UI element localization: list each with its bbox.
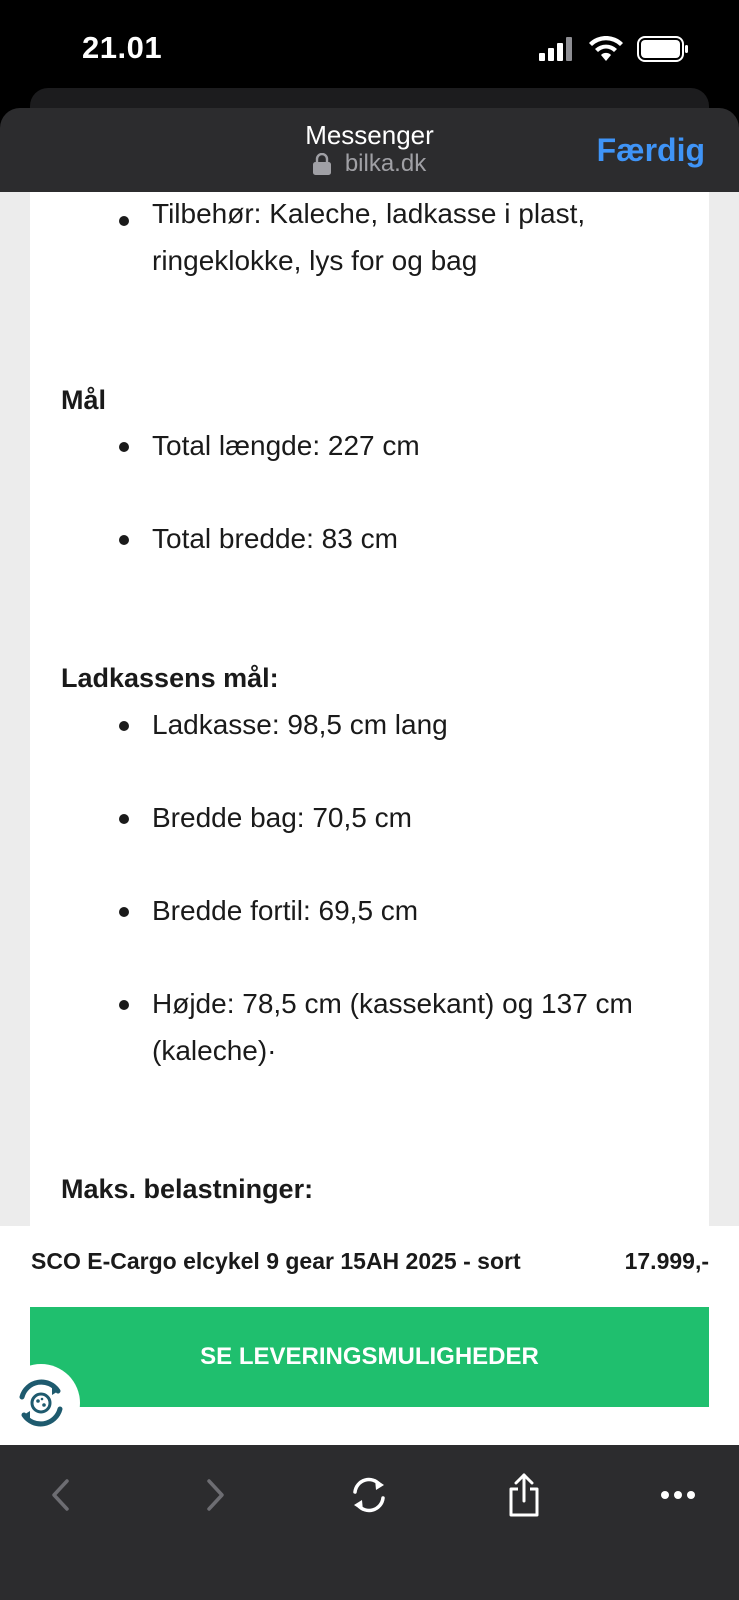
status-bar: 21.01 [0,0,739,100]
chevron-right-icon [207,1479,224,1511]
list-item-accessories: Tilbehør: Kaleche, ladkasse i plast, rin… [152,198,586,276]
bullet-dot [119,907,135,917]
list-item: Total bredde: 83 cm [152,523,398,554]
more-options-button[interactable] [648,1465,708,1525]
share-button[interactable] [494,1465,554,1525]
browser-toolbar [0,1445,739,1600]
chevron-left-icon [52,1479,69,1511]
reload-icon [353,1477,385,1513]
product-name: SCO E-Cargo elcykel 9 gear 15AH 2025 - s… [31,1248,521,1274]
back-button[interactable] [30,1465,90,1525]
bullet-dot [119,535,135,545]
cookie-settings-badge[interactable] [2,1364,80,1442]
list-item: Ladkasse: 98,5 cm lang [152,709,448,740]
bullet-dot [119,216,135,226]
product-description: Tilbehør: Kaleche, ladkasse i plast, rin… [30,192,709,1232]
cellular-signal-icon [539,37,572,61]
list-item: Total længde: 227 cm [152,430,420,461]
bullet-dot [119,721,135,731]
max-load-heading: Maks. belastninger: [61,1174,314,1204]
forward-button[interactable] [186,1465,246,1525]
list-item: Bredde fortil: 69,5 cm [152,895,419,926]
bullet-dot [119,1000,135,1010]
more-icon [661,1491,695,1499]
list-item: Bredde bag: 70,5 cm [152,802,412,833]
reload-button[interactable] [339,1465,399,1525]
box-dimensions-heading: Ladkassens mål: [61,663,279,693]
battery-icon [637,36,688,62]
status-icons [539,36,689,62]
list-item: Højde: 78,5 cm (kassekant) og 137 cm (ka… [152,988,633,1066]
status-time: 21.01 [82,30,163,65]
delivery-options-button[interactable]: SE LEVERINGSMULIGHEDER [30,1307,709,1407]
browser-header: Messenger bilka.dk Færdig [0,108,739,192]
url-text: bilka.dk [344,150,427,177]
bullet-dot [119,442,135,452]
bullet-dot [119,814,135,824]
dimensions-heading: Mål [61,385,107,415]
lock-icon [312,153,331,175]
share-icon [509,1473,539,1517]
wifi-icon [589,36,623,61]
cookie-refresh-icon [19,1379,63,1427]
done-button[interactable]: Færdig [597,132,705,169]
sticky-product-bar: SCO E-Cargo elcykel 9 gear 15AH 2025 - s… [0,1226,739,1445]
product-price: 17.999,- [624,1248,709,1274]
